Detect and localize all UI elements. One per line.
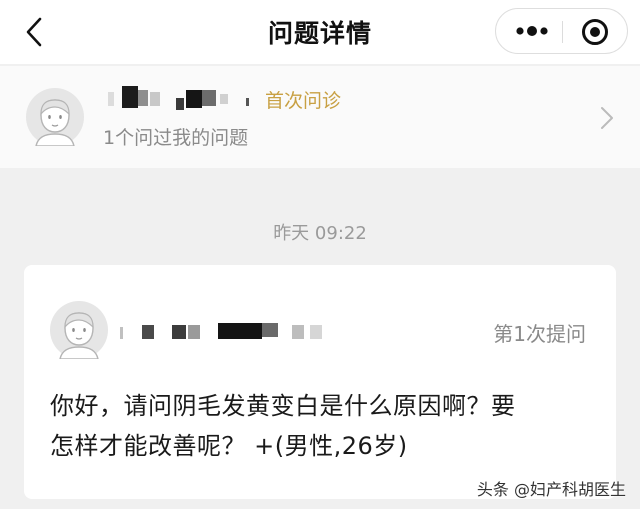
watermark: 头条 @妇产科胡医生 — [476, 480, 626, 499]
message-timestamp: 昨天 09:22 — [273, 223, 367, 244]
redaction-block — [202, 90, 216, 106]
redaction-block — [150, 92, 160, 106]
ask-count-label: 第1次提问 — [493, 322, 586, 346]
redaction-block — [172, 325, 186, 339]
redaction-block — [122, 86, 138, 108]
redaction-block — [138, 90, 148, 106]
redaction-block — [108, 92, 114, 106]
question-text: 你好，请问阴毛发黄变白是什么原因啊？要 怎样才能改善呢？ +(男性,26岁) — [50, 386, 590, 466]
more-dots-icon[interactable] — [514, 23, 550, 39]
user-avatar-icon — [50, 301, 108, 359]
doctor-name-redacted — [104, 84, 424, 118]
redaction-block — [186, 90, 202, 108]
redaction-block — [188, 325, 200, 339]
doctor-card[interactable]: 首次问诊 1个问过我的问题 — [0, 66, 640, 168]
chevron-right-icon[interactable] — [600, 106, 614, 130]
doctor-question-count: 1个问过我的问题 — [103, 127, 249, 149]
redaction-block — [220, 94, 228, 104]
redaction-block — [142, 325, 154, 339]
mini-program-capsule — [495, 8, 628, 54]
capsule-divider — [562, 21, 563, 43]
patient-name-redacted — [120, 323, 340, 343]
redaction-block — [310, 325, 322, 339]
redaction-block — [218, 323, 262, 339]
question-card: 第1次提问 你好，请问阴毛发黄变白是什么原因啊？要 怎样才能改善呢？ +(男性,… — [24, 265, 616, 499]
question-line: 怎样才能改善呢？ +(男性,26岁) — [50, 432, 408, 460]
redaction-block — [176, 98, 184, 110]
redaction-block — [292, 325, 304, 339]
redaction-block — [246, 98, 249, 106]
first-consultation-badge: 首次问诊 — [265, 90, 342, 112]
question-line: 你好，请问阴毛发黄变白是什么原因啊？要 — [50, 392, 516, 420]
target-circle-icon[interactable] — [581, 18, 609, 46]
user-avatar-icon — [26, 88, 84, 146]
redaction-block — [262, 323, 278, 337]
navigation-bar: 问题详情 — [0, 0, 640, 64]
redaction-block — [120, 327, 123, 339]
